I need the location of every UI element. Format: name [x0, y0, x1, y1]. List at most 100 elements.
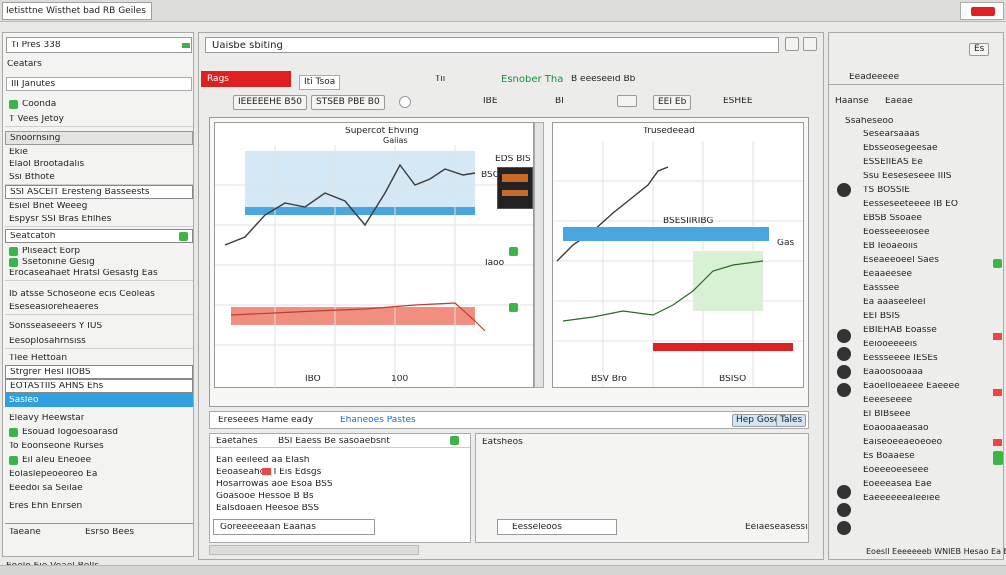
list-item-label: T Vees Jetoy: [9, 115, 64, 124]
tab[interactable]: Iti Tsoa: [299, 75, 341, 90]
list-item[interactable]: EI BIBseee: [859, 407, 1005, 421]
toolbar-button[interactable]: EEI Eb: [653, 95, 692, 110]
list-item[interactable]: Eoaooaaeasao: [859, 421, 1005, 435]
list-item[interactable]: Eseseasioreheaeres: [5, 301, 193, 315]
detail-line: Hosarrowas aoe Esoa BSS: [216, 480, 333, 489]
list-item[interactable]: Sesearsaaas: [859, 127, 1005, 141]
list-item[interactable]: Eeaaeesee: [859, 267, 1005, 281]
list-item[interactable]: Elaol Brootadalis: [5, 157, 193, 171]
list-item[interactable]: EB Ieoaeoiis: [859, 239, 1005, 253]
list-item[interactable]: Eaoelloeaeee Eaeeee: [859, 379, 1005, 393]
toolbar-icon[interactable]: [617, 95, 637, 107]
list-item[interactable]: Eleavy Heewstar: [5, 411, 193, 425]
list-item[interactable]: Sonsseaseeers Y IUS: [5, 319, 193, 333]
list-item[interactable]: Esouad Iogoesoarasd: [5, 425, 193, 439]
list-item[interactable]: Eesoplosahrnsiss: [5, 335, 193, 349]
tab-active[interactable]: Esnober Tha: [501, 75, 563, 85]
list-item-label: Eeeeseeee: [863, 395, 913, 405]
window-title-box: Ietisttne Wisthet bad RB Geiles: [2, 2, 152, 20]
list-item[interactable]: Easssee: [859, 281, 1005, 295]
right-tab[interactable]: Eaeae: [885, 97, 913, 106]
list-item[interactable]: T Vees Jetoy: [5, 113, 193, 127]
list-item-label: Eaaoosooaaa: [863, 367, 923, 377]
list-item[interactable]: EOTASTIIS AHNS Ehs: [5, 379, 193, 393]
list-item[interactable]: EEI BSIS: [859, 309, 1005, 323]
detail-right-header: Eatsheos: [482, 438, 523, 447]
list-item[interactable]: Tlee Hettoan: [5, 351, 193, 365]
list-item[interactable]: ESSEIIEAS Ee: [859, 155, 1005, 169]
list-item-label: Ssetonine Gesig: [22, 257, 95, 267]
list-item[interactable]: EBIEHAB Eoasse: [859, 323, 1005, 337]
list-item[interactable]: Eessseeee IESEs: [859, 351, 1005, 365]
left-chart-subtitle: Gaiias: [383, 137, 408, 145]
list-item[interactable]: Strgrer Hesl IIOBS: [5, 365, 193, 379]
dropdown-icon[interactable]: [399, 96, 411, 108]
right-header: Es Haanse Eaeae Eeadeeeee: [829, 33, 1003, 106]
list-item[interactable]: Eaeeeeeealeeiee: [859, 491, 1005, 505]
list-item[interactable]: Eil aleu Eneoee: [5, 453, 193, 467]
toolbar-button[interactable]: IEEEEEHE B50: [233, 95, 308, 110]
list-item[interactable]: Eoeeeasea Eae: [859, 477, 1005, 491]
left-search[interactable]: III Janutes: [6, 77, 192, 91]
list-item[interactable]: Esiel Bnet Weeeg: [5, 199, 193, 213]
list-item-label: Eessseeee IESEs: [863, 353, 938, 363]
list-item[interactable]: Ib atsse Schoseone ecis Ceoleas: [5, 287, 193, 301]
list-item-label: Ebsseosegeesae: [863, 143, 938, 153]
list-item[interactable]: Seatcatoh: [5, 229, 193, 243]
detail-left-header-text: Eaetahes: [216, 437, 258, 446]
close-icon[interactable]: [971, 7, 995, 16]
footer-input-left[interactable]: Goreeeeeaan Eaanas: [213, 519, 375, 535]
left-header-label: Ceatars: [7, 60, 42, 69]
right-tab[interactable]: Haanse: [835, 97, 869, 106]
list-item[interactable]: Ea aaaseeleel: [859, 295, 1005, 309]
list-item[interactable]: Eeedoi sa Seilae: [5, 481, 193, 495]
list-item-label: Ea aaaseeleel: [863, 297, 926, 307]
bottom-tab-active[interactable]: Ehaneoes Pastes: [340, 416, 416, 425]
list-item[interactable]: Ssi Bthote: [5, 171, 193, 185]
left-header-input[interactable]: Ti Pres 338: [6, 37, 192, 53]
list-item[interactable]: Eolaslepeoeoreo Ea: [5, 467, 193, 481]
list-item[interactable]: Eeiooeeeeis: [859, 337, 1005, 351]
list-item[interactable]: Espysr SSI Bras Efilhes: [5, 213, 193, 227]
list-item[interactable]: TS BOSSIE: [859, 183, 1005, 197]
window-controls[interactable]: [960, 2, 1004, 20]
list-item[interactable]: Eoesseeeiosee: [859, 225, 1005, 239]
list-item[interactable]: Snoornsing: [5, 131, 193, 145]
tab[interactable]: B eeeseeid Bb: [571, 75, 635, 84]
tables-button[interactable]: Tales: [776, 414, 807, 427]
list-item[interactable]: Eres Ehn Enrsen: [5, 499, 193, 513]
footer-input-center[interactable]: Eesseleoos: [497, 519, 617, 535]
alert-badge[interactable]: Rags: [201, 71, 291, 87]
list-item[interactable]: EBSB Ssoaee: [859, 211, 1005, 225]
list-item[interactable]: To Eoonseone Rurses: [5, 439, 193, 453]
list-item-selected[interactable]: Sasleo: [5, 393, 193, 407]
list-item[interactable]: Eseaeeoeel Saes: [859, 253, 1005, 267]
list-item-label: Espysr SSI Bras Efilhes: [9, 215, 112, 224]
list-item[interactable]: Ssu Eeseseseee IIIS: [859, 169, 1005, 183]
list-item[interactable]: Eesseseeteeee IB EO: [859, 197, 1005, 211]
toolbar-label: BI: [555, 97, 564, 106]
list-item[interactable]: Coonda: [5, 97, 193, 111]
right-header-button[interactable]: Es: [969, 43, 990, 56]
list-item[interactable]: Erocaseahaet Hratsl Gesasfg Eas: [5, 267, 193, 281]
minimize-button[interactable]: [785, 37, 799, 51]
list-item[interactable]: Eoeeeoeeseee: [859, 463, 1005, 477]
green-indicator-icon: [993, 451, 1003, 465]
list-item[interactable]: Eeeeseeee: [859, 393, 1005, 407]
maximize-button[interactable]: [803, 37, 817, 51]
list-item-label: Strgrer Hesl IIOBS: [10, 367, 91, 377]
list-item[interactable]: SSI ASCEIT Eresteng Basseests: [5, 185, 193, 199]
left-list: Coonda T Vees Jetoy Snoornsing Ekie Elao…: [5, 95, 193, 535]
left-chart-scrollbar[interactable]: [534, 122, 544, 388]
toolbar-button[interactable]: STSEB PBE B0: [311, 95, 385, 110]
list-item[interactable]: Eaaoosooaaa: [859, 365, 1005, 379]
bottom-tab[interactable]: Ereseees Hame eady: [218, 416, 313, 425]
tab[interactable]: Tii: [435, 75, 445, 84]
list-item[interactable]: Ebsseosegeesae: [859, 141, 1005, 155]
green-toggle-icon[interactable]: [179, 231, 188, 241]
list-item[interactable]: Es Boaaese: [859, 449, 1005, 463]
list-item[interactable]: Eaiseoeeaeoeoeo: [859, 435, 1005, 449]
list-item-label: TS BOSSIE: [863, 185, 910, 195]
thumbnail-widget[interactable]: [497, 167, 533, 209]
center-title-input[interactable]: Uaisbe sbiting: [205, 37, 779, 53]
